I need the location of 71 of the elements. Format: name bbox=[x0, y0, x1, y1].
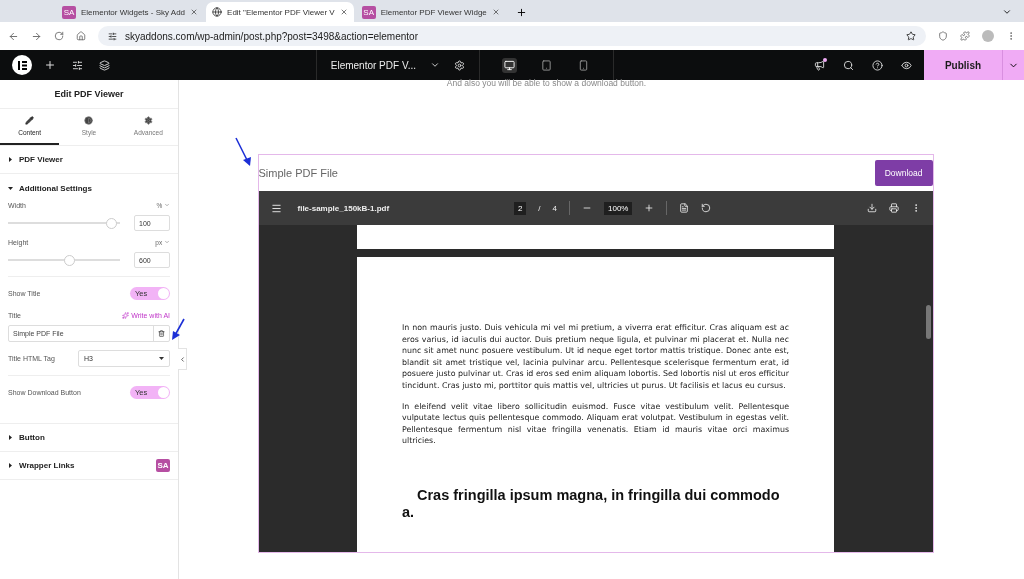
slider-thumb[interactable] bbox=[64, 254, 76, 266]
menu-icon[interactable] bbox=[270, 202, 282, 214]
close-icon[interactable] bbox=[491, 8, 500, 16]
browser-tab[interactable]: SA Elementor PDF Viewer Widge bbox=[355, 2, 506, 22]
home-icon[interactable] bbox=[76, 31, 86, 41]
extensions-icon[interactable] bbox=[960, 31, 970, 41]
section-header[interactable]: Wrapper Links SA bbox=[0, 452, 178, 480]
device-button[interactable] bbox=[502, 57, 517, 73]
document-selector[interactable]: Elementor PDF V... bbox=[315, 50, 454, 80]
pdf-heading: Cras fringilla ipsum magna, in fringilla dui commodo a. bbox=[402, 486, 781, 521]
preview-icon[interactable] bbox=[901, 59, 912, 71]
search-icon[interactable] bbox=[843, 59, 854, 71]
browser-tab[interactable]: Edit "Elementor PDF Viewer V bbox=[206, 2, 354, 22]
annotation-arrow bbox=[234, 136, 252, 168]
intro-text: And also you will be able to show a download button. bbox=[446, 78, 647, 88]
layers-icon[interactable] bbox=[99, 59, 110, 71]
caret-icon bbox=[159, 357, 164, 360]
page-count: 4 bbox=[552, 203, 557, 213]
zoom-input[interactable]: 100% bbox=[604, 201, 633, 215]
file-name: file-sample_150kB-1.pdf bbox=[297, 203, 390, 213]
panel-title: Edit PDF Viewer bbox=[0, 80, 178, 109]
triangle-icon bbox=[8, 185, 13, 191]
browser-tab[interactable]: SA Elementor Widgets - Sky Add bbox=[56, 2, 205, 22]
scrollbar[interactable] bbox=[925, 305, 931, 339]
triangle-icon bbox=[8, 435, 13, 440]
widget-title: Simple PDF File bbox=[258, 167, 338, 179]
rotate-icon[interactable] bbox=[701, 203, 712, 213]
new-tab-icon[interactable] bbox=[515, 7, 527, 18]
publish-button[interactable]: Publish bbox=[924, 50, 1002, 80]
sparkles-icon bbox=[122, 312, 130, 319]
tab-title: Elementor PDF Viewer Widge bbox=[380, 7, 487, 17]
forward-icon[interactable] bbox=[31, 30, 42, 42]
megaphone-icon[interactable] bbox=[814, 59, 825, 71]
add-icon[interactable] bbox=[44, 59, 56, 71]
pencil-icon bbox=[25, 116, 35, 125]
tab-title: Edit "Elementor PDF Viewer V bbox=[227, 7, 335, 17]
tab-list-icon[interactable] bbox=[1002, 7, 1012, 17]
section-header[interactable]: Button bbox=[0, 424, 178, 452]
chevron-down-icon bbox=[430, 60, 440, 70]
page-separator: / bbox=[538, 203, 541, 213]
triangle-icon bbox=[8, 157, 13, 162]
address-bar[interactable]: skyaddons.com/wp-admin/post.php?post=3498&action=elementor bbox=[98, 26, 926, 46]
settings-sliders-icon[interactable] bbox=[72, 59, 83, 71]
download-button[interactable]: Download bbox=[874, 160, 933, 186]
page-input[interactable]: 2 bbox=[513, 201, 527, 215]
caret-icon bbox=[164, 239, 170, 245]
zoom-in-icon[interactable] bbox=[644, 203, 655, 213]
triangle-icon bbox=[8, 463, 13, 468]
gear-icon bbox=[143, 116, 153, 125]
tab-title: Elementor Widgets - Sky Add bbox=[81, 7, 186, 17]
elementor-logo[interactable] bbox=[12, 55, 32, 75]
reload-icon[interactable] bbox=[54, 31, 64, 41]
close-icon[interactable] bbox=[339, 8, 348, 16]
back-icon[interactable] bbox=[8, 30, 19, 42]
section-header[interactable]: PDF Viewer bbox=[0, 146, 178, 174]
globe-icon bbox=[212, 7, 223, 17]
annotation-arrow bbox=[170, 318, 186, 342]
settings-icon[interactable] bbox=[454, 59, 465, 71]
extension-icon[interactable] bbox=[938, 31, 948, 41]
slider-thumb[interactable] bbox=[105, 217, 117, 229]
help-icon[interactable] bbox=[872, 59, 883, 71]
section-header[interactable]: Additional Settings bbox=[0, 174, 178, 202]
caret-icon bbox=[164, 202, 170, 208]
site-logo: SA bbox=[361, 5, 376, 19]
contrast-icon bbox=[84, 116, 94, 125]
download-icon[interactable] bbox=[866, 203, 877, 213]
chevron-left-icon bbox=[178, 355, 186, 363]
close-icon[interactable] bbox=[190, 8, 199, 16]
fit-page-icon[interactable] bbox=[679, 203, 690, 213]
print-icon[interactable] bbox=[888, 203, 899, 213]
site-logo: SA bbox=[62, 5, 76, 19]
